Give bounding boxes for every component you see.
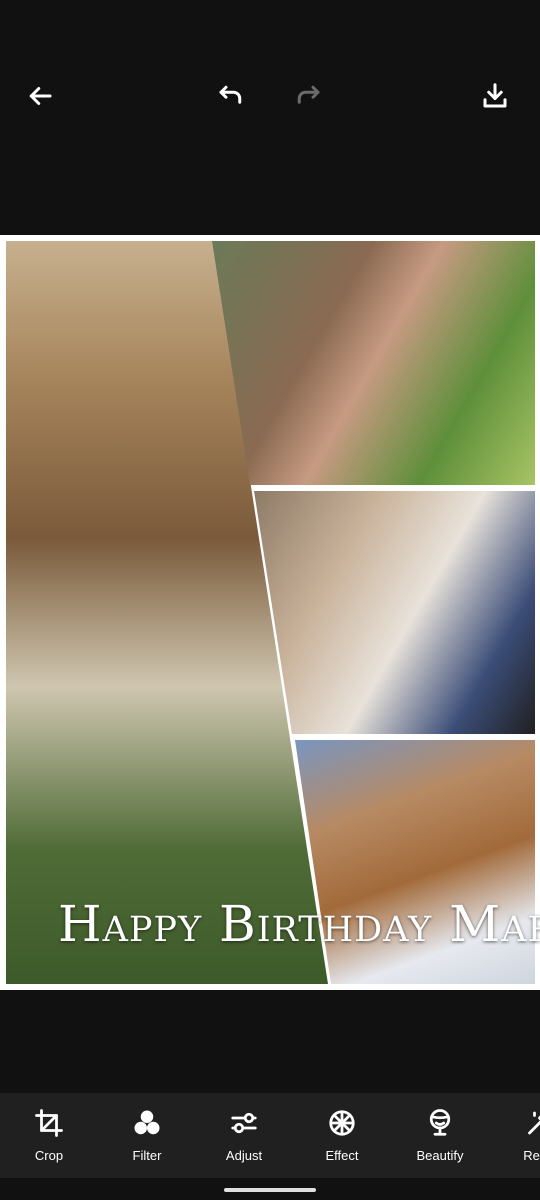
remove-tool[interactable]: Rem <box>489 1093 540 1178</box>
crop-label: Crop <box>34 1148 64 1163</box>
greeting-text[interactable]: Happy Birthday Mary! <box>58 895 540 953</box>
adjust-label: Adjust <box>225 1148 263 1163</box>
filter-icon <box>134 1110 160 1135</box>
adjust-tool[interactable]: Adjust <box>196 1093 292 1178</box>
redo-button[interactable] <box>284 72 332 120</box>
effect-tool[interactable]: Effect <box>294 1093 390 1178</box>
filter-tool[interactable]: Filter <box>99 1093 195 1178</box>
download-button[interactable] <box>471 72 519 120</box>
gesture-nav-bar[interactable] <box>224 1188 316 1192</box>
redo-icon <box>297 85 320 104</box>
top-bar <box>0 0 540 235</box>
beautify-tool[interactable]: Beautify <box>392 1093 488 1178</box>
undo-button[interactable] <box>207 72 255 120</box>
download-icon <box>483 83 507 108</box>
undo-icon <box>219 85 242 104</box>
crop-icon <box>35 1109 63 1137</box>
effect-icon <box>329 1110 355 1136</box>
edit-toolbar: Crop Filter Adjust Effect Beautify Re <box>0 1093 540 1178</box>
collage-canvas[interactable]: Happy Birthday Mary! <box>0 235 540 990</box>
beautify-icon <box>429 1109 451 1136</box>
adjust-icon <box>231 1112 257 1134</box>
effect-label: Effect <box>325 1148 359 1163</box>
remove-label: Rem <box>523 1148 540 1163</box>
back-button[interactable] <box>16 72 64 120</box>
selfie-with-creature-photo[interactable] <box>212 241 535 485</box>
remove-icon <box>528 1111 540 1135</box>
crop-tool[interactable]: Crop <box>1 1093 97 1178</box>
filter-label: Filter <box>132 1148 162 1163</box>
beautify-label: Beautify <box>416 1148 464 1163</box>
arrow-left-icon <box>29 87 52 105</box>
woman-holding-lamb-photo[interactable] <box>254 491 535 734</box>
